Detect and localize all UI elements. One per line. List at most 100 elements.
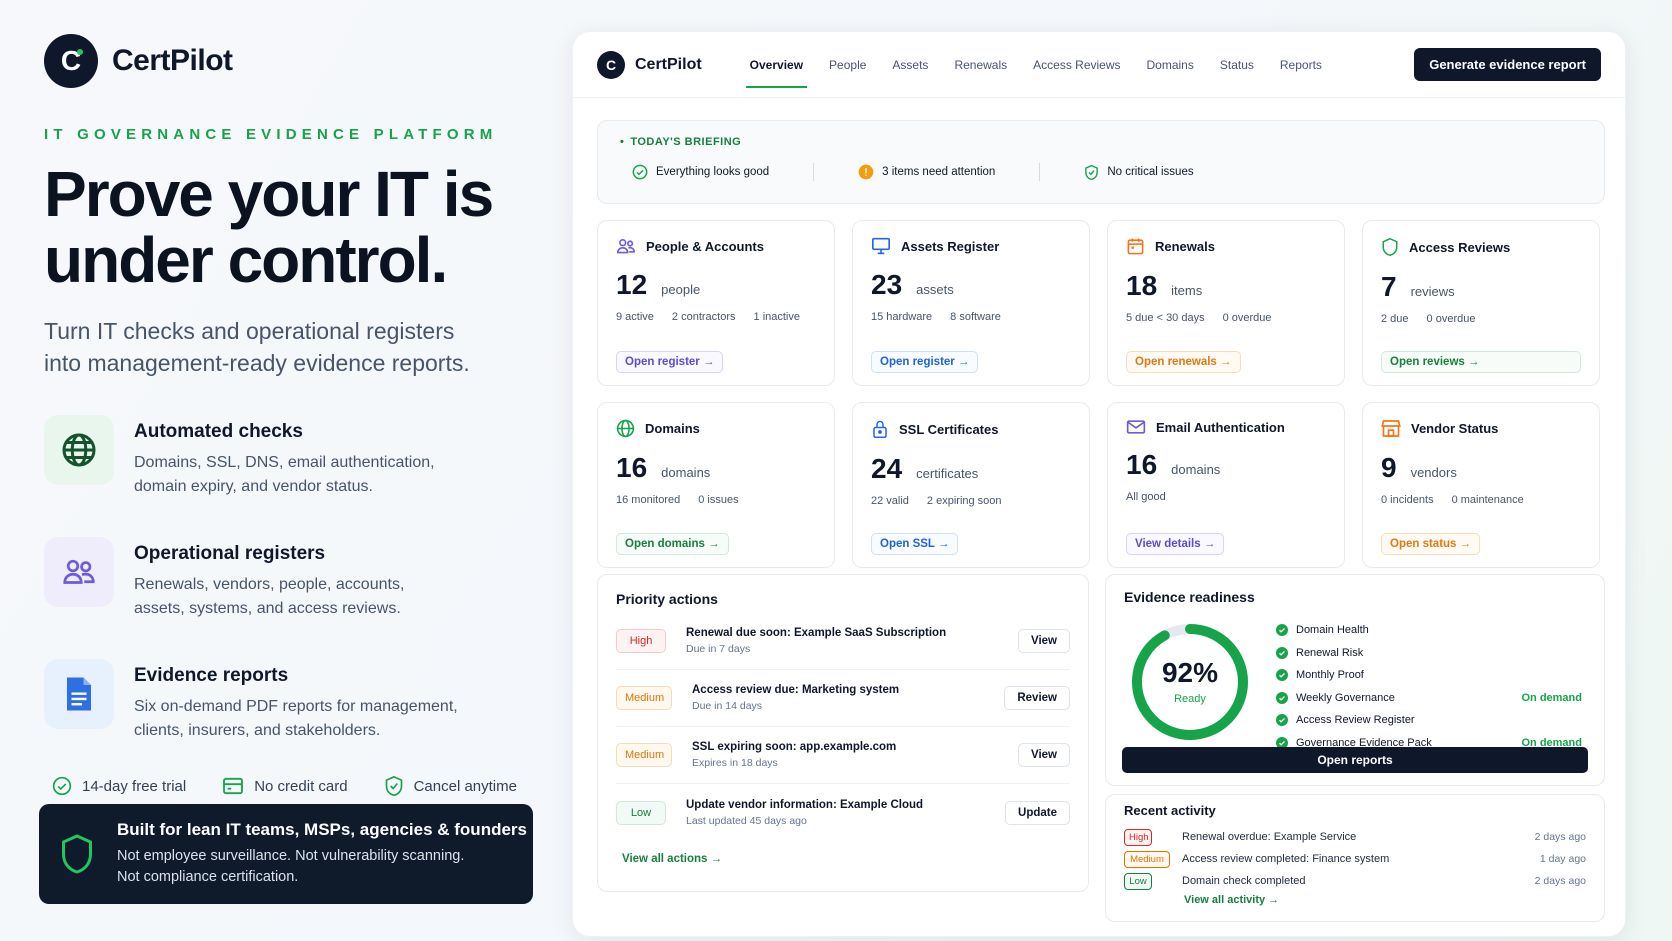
card-count: 9 xyxy=(1381,452,1397,483)
update-button[interactable]: Update xyxy=(1005,800,1070,825)
feature-line: domain expiry, and vendor status. xyxy=(134,478,373,495)
brand-logo-icon: C xyxy=(44,34,98,88)
calendar-icon xyxy=(1127,238,1144,255)
briefing-text: No critical issues xyxy=(1107,166,1194,178)
card-title: Email Authentication xyxy=(1156,419,1285,435)
open-status-button[interactable]: Open status → xyxy=(1381,533,1481,555)
priority-badge: High xyxy=(616,629,666,653)
perk-free-trial: 14-day free trial xyxy=(52,775,186,797)
open-register-button[interactable]: Open register → xyxy=(616,351,724,373)
open-reviews-button[interactable]: Open reviews → xyxy=(1381,351,1581,373)
feature-description: Domains, SSL, DNS, email authentication,… xyxy=(134,451,435,499)
briefing-text: 3 items need attention xyxy=(882,166,996,178)
readiness-percent: 92% xyxy=(1161,657,1219,688)
card-stat: 9 active xyxy=(616,311,654,323)
on-demand-label: On demand xyxy=(1521,691,1582,704)
card-count: 16 xyxy=(616,452,648,483)
nav-status[interactable]: Status xyxy=(1220,32,1254,98)
marketing-panel: C CertPilot IT GOVERNANCE EVIDENCE PLATF… xyxy=(44,34,544,797)
activity-row: High Renewal overdue: Example Service 2 … xyxy=(1124,826,1586,848)
card-unit: reviews xyxy=(1410,284,1455,299)
activity-title: Recent activity xyxy=(1124,803,1216,818)
callout-body: Not employee surveillance. Not vulnerabi… xyxy=(117,846,527,888)
view-all-actions-link[interactable]: View all actions → xyxy=(622,853,1070,865)
activity-row: Medium Access review completed: Finance … xyxy=(1124,848,1586,870)
readiness-gauge: 92% Ready xyxy=(1128,620,1252,744)
nav-access-reviews[interactable]: Access Reviews xyxy=(1033,32,1120,98)
card-stat: 0 overdue xyxy=(1222,312,1272,324)
callout-title: Built for lean IT teams, MSPs, agencies … xyxy=(117,820,527,839)
briefing-item-attention: 3 items need attention xyxy=(858,164,995,180)
open-domains-button[interactable]: Open domains → xyxy=(616,533,729,555)
brand-name: CertPilot xyxy=(112,44,233,77)
nav-people[interactable]: People xyxy=(829,32,866,98)
credit-card-icon xyxy=(223,777,244,795)
callout-line: Not compliance certification. xyxy=(117,869,299,885)
activity-text: Renewal overdue: Example Service xyxy=(1182,831,1357,843)
check-circle-icon xyxy=(1276,646,1288,659)
view-details-button[interactable]: View details → xyxy=(1126,533,1225,555)
card-unit: people xyxy=(661,282,701,297)
check-circle-icon xyxy=(1276,624,1288,637)
view-all-activity-link[interactable]: View all activity → xyxy=(1184,894,1586,906)
readiness-title: Evidence readiness xyxy=(1124,589,1255,605)
open-register-button[interactable]: Open register → xyxy=(871,351,979,373)
readiness-status: Ready xyxy=(1174,693,1206,705)
priority-row-subtitle: Last updated 45 days ago xyxy=(686,814,807,827)
card-stat: 16 monitored xyxy=(616,494,681,506)
open-ssl-button[interactable]: Open SSL → xyxy=(871,533,959,555)
recent-activity-panel: Recent activity High Renewal overdue: Ex… xyxy=(1105,794,1605,922)
shield-check-icon xyxy=(1085,164,1099,180)
priority-row: Medium Access review due: Marketing syst… xyxy=(616,670,1070,727)
card-unit: domains xyxy=(1171,462,1221,477)
card-count: 18 xyxy=(1126,270,1158,301)
priority-badge: Low xyxy=(616,800,666,825)
perk-no-credit-card: No credit card xyxy=(222,775,348,797)
activity-badge: Medium xyxy=(1124,850,1170,868)
perk-list: 14-day free trial No credit card Cancel … xyxy=(52,775,544,797)
briefing-text: Everything looks good xyxy=(656,166,770,178)
subhead-line: into management-ready evidence reports. xyxy=(44,350,470,376)
briefing-items: Everything looks good 3 items need atten… xyxy=(632,163,1194,181)
logo-letter: C xyxy=(605,56,617,73)
view-button[interactable]: View xyxy=(1018,743,1070,767)
check-circle-icon xyxy=(1276,669,1288,682)
card-title: Assets Register xyxy=(901,238,1000,254)
activity-time: 1 day ago xyxy=(1539,853,1586,865)
main-nav: Overview People Assets Renewals Access R… xyxy=(745,32,1322,98)
report-list: Domain Health Renewal Risk Monthly Proof… xyxy=(1276,619,1582,754)
activity-row: Low Domain check completed 2 days ago xyxy=(1124,870,1586,892)
card-stat: 2 contractors xyxy=(671,311,736,323)
nav-domains[interactable]: Domains xyxy=(1147,32,1194,98)
priority-title: Priority actions xyxy=(616,591,718,607)
app-logo-icon[interactable]: C xyxy=(597,50,625,79)
nav-assets[interactable]: Assets xyxy=(892,32,928,98)
nav-reports[interactable]: Reports xyxy=(1280,32,1322,98)
feature-evidence-reports: Evidence reports Six on-demand PDF repor… xyxy=(44,659,544,743)
hero-eyebrow: IT GOVERNANCE EVIDENCE PLATFORM xyxy=(44,126,498,143)
review-button[interactable]: Review xyxy=(1004,686,1070,710)
generate-report-button[interactable]: Generate evidence report xyxy=(1414,48,1601,81)
view-button[interactable]: View xyxy=(1018,629,1070,653)
open-renewals-button[interactable]: Open renewals → xyxy=(1126,351,1241,373)
mail-icon xyxy=(1126,420,1146,434)
card-unit: domains xyxy=(661,465,711,480)
shield-icon xyxy=(1382,237,1398,257)
feature-line: clients, insurers, and stakeholders. xyxy=(134,722,381,739)
nav-renewals[interactable]: Renewals xyxy=(954,32,1007,98)
feature-operational-registers: Operational registers Renewals, vendors,… xyxy=(44,537,544,621)
priority-actions-panel: Priority actions High Renewal due soon: … xyxy=(597,574,1089,892)
users-icon xyxy=(616,239,636,254)
globe-icon xyxy=(44,415,114,485)
report-name: Access Review Register xyxy=(1296,714,1415,727)
brand: C CertPilot xyxy=(44,34,544,88)
card-title: Renewals xyxy=(1155,239,1215,254)
open-reports-button[interactable]: Open reports xyxy=(1122,747,1588,773)
report-name: Monthly Proof xyxy=(1296,669,1364,682)
check-circle-icon xyxy=(1276,714,1288,727)
card-assets-register: Assets Register 23 assets 15 hardware 8 so… xyxy=(852,220,1090,386)
nav-overview[interactable]: Overview xyxy=(745,32,808,98)
activity-time: 2 days ago xyxy=(1534,875,1586,887)
perk-label: No credit card xyxy=(254,777,348,795)
priority-badge: Medium xyxy=(616,743,672,767)
